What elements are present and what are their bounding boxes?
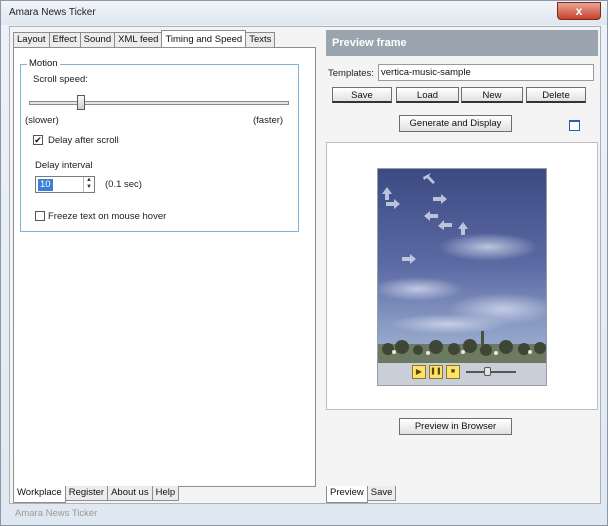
- delay-interval-spinner[interactable]: 10 ▲ ▼: [35, 176, 95, 193]
- load-template-button[interactable]: Load: [396, 87, 459, 103]
- freeze-text-label[interactable]: Freeze text on mouse hover: [48, 211, 166, 222]
- settings-tabs: Layout Effect Sound XML feed Timing and …: [13, 30, 276, 48]
- status-bar-text: Amara News Ticker: [15, 508, 98, 519]
- close-icon: x: [575, 4, 583, 18]
- delay-unit-label: (0.1 sec): [105, 179, 142, 190]
- delay-interval-label: Delay interval: [35, 160, 93, 171]
- scroll-speed-label: Scroll speed:: [33, 74, 88, 85]
- tab-save[interactable]: Save: [366, 486, 397, 501]
- ticker-preview-area: ▶ ❚❚ ■: [326, 142, 598, 410]
- delete-template-button[interactable]: Delete: [526, 87, 586, 103]
- tab-xml-feed[interactable]: XML feed: [114, 32, 163, 47]
- ticker-sky-graphic: [378, 169, 546, 385]
- pause-icon[interactable]: ❚❚: [429, 365, 443, 379]
- delay-interval-value[interactable]: 10: [38, 179, 53, 191]
- app-window: Amara News Ticker x Layout Effect Sound …: [0, 0, 608, 526]
- close-button[interactable]: x: [557, 2, 601, 20]
- window-title: Amara News Ticker: [9, 7, 96, 18]
- spinner-arrows-icon[interactable]: ▲ ▼: [83, 177, 94, 192]
- speed-slider-thumb[interactable]: [484, 367, 491, 376]
- motion-group-label: Motion: [27, 58, 60, 69]
- tab-workplace[interactable]: Workplace: [13, 486, 66, 503]
- preview-frame-header: Preview frame: [326, 30, 598, 56]
- main-nav-tabs: Workplace Register About us Help: [13, 486, 180, 503]
- delay-after-scroll-checkbox[interactable]: ✔: [33, 135, 43, 145]
- tab-preview[interactable]: Preview: [326, 486, 368, 503]
- settings-pane: Layout Effect Sound XML feed Timing and …: [10, 27, 319, 503]
- ticker-preview-image: ▶ ❚❚ ■: [377, 168, 547, 386]
- tab-sound[interactable]: Sound: [79, 32, 116, 47]
- preview-pane: Preview frame Templates: vertica-music-s…: [323, 27, 601, 503]
- window-icon[interactable]: [569, 120, 580, 131]
- scroll-speed-slider-track[interactable]: [29, 101, 289, 105]
- play-icon[interactable]: ▶: [412, 365, 426, 379]
- tab-texts[interactable]: Texts: [245, 32, 276, 47]
- slider-max-label: (faster): [253, 115, 284, 126]
- speed-slider-track[interactable]: [466, 371, 516, 373]
- generate-and-display-button[interactable]: Generate and Display: [399, 115, 512, 132]
- stop-icon[interactable]: ■: [446, 365, 460, 379]
- preview-body: Templates: vertica-music-sample Save Loa…: [326, 56, 598, 486]
- tab-timing-and-speed[interactable]: Timing and Speed: [161, 30, 247, 47]
- title-bar[interactable]: Amara News Ticker x: [1, 1, 607, 25]
- scroll-speed-slider-thumb[interactable]: [77, 95, 85, 110]
- tab-help[interactable]: Help: [151, 486, 180, 501]
- preview-tabs: Preview Save: [326, 486, 397, 503]
- tab-effect[interactable]: Effect: [48, 32, 81, 47]
- tab-about-us[interactable]: About us: [107, 486, 153, 501]
- slider-min-label: (slower): [25, 115, 59, 126]
- save-template-button[interactable]: Save: [332, 87, 392, 103]
- tab-register[interactable]: Register: [64, 486, 109, 501]
- delay-after-scroll-label[interactable]: Delay after scroll: [48, 135, 119, 146]
- templates-label: Templates:: [328, 68, 374, 79]
- checkmark-icon: ✔: [34, 135, 42, 145]
- preview-in-browser-button[interactable]: Preview in Browser: [399, 418, 512, 435]
- tab-layout[interactable]: Layout: [13, 32, 50, 47]
- player-controls: ▶ ❚❚ ■: [412, 365, 516, 381]
- freeze-text-checkbox[interactable]: [35, 211, 45, 221]
- client-area: Layout Effect Sound XML feed Timing and …: [9, 26, 601, 504]
- new-template-button[interactable]: New: [461, 87, 523, 103]
- timing-tab-panel: Motion Scroll speed: (slower) (faster) ✔…: [13, 47, 316, 487]
- templates-input[interactable]: vertica-music-sample: [378, 64, 594, 81]
- motion-group: Motion Scroll speed: (slower) (faster) ✔…: [20, 58, 299, 232]
